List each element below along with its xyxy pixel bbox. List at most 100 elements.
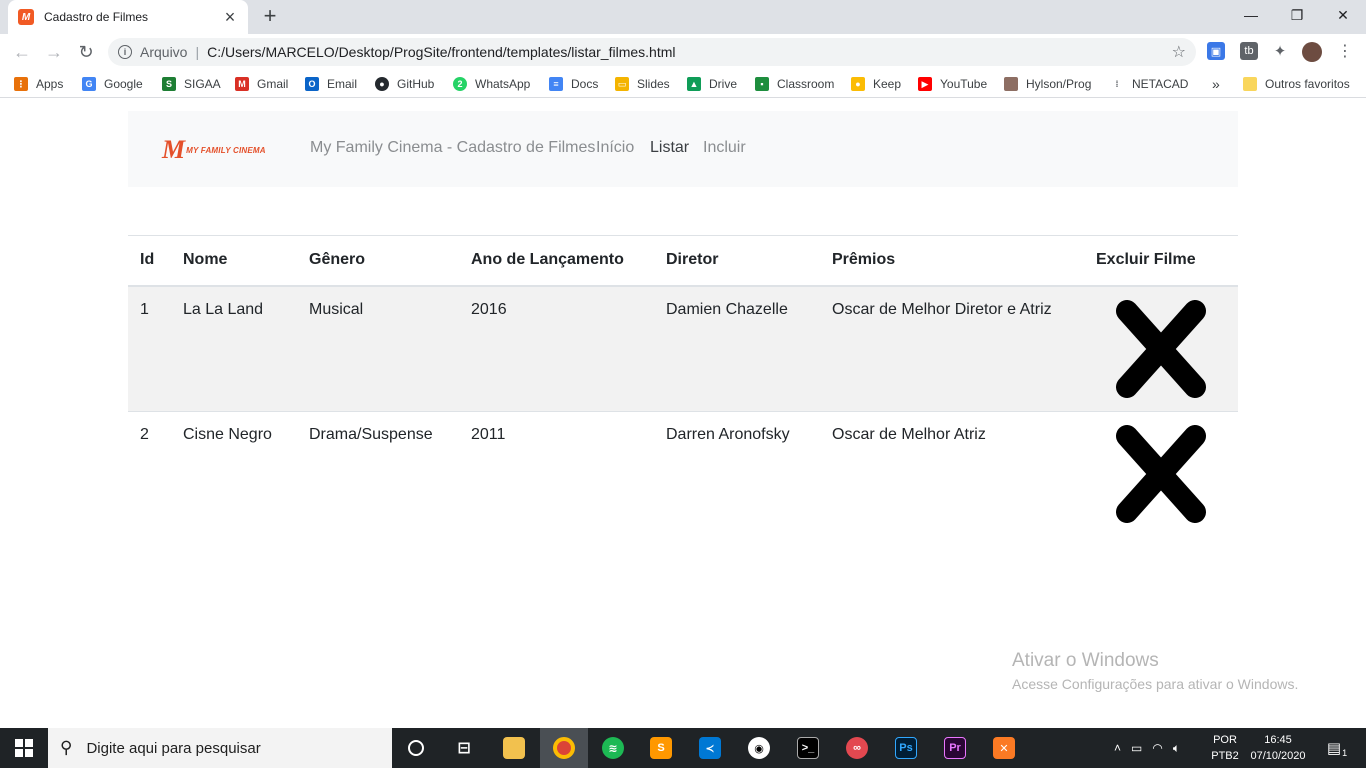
windows-taskbar: ⚲ Digite aqui para pesquisar ⊟ ≋ S ≺ ◉ >… [0, 728, 1366, 768]
bookmark-netacad[interactable]: ⁞ NETACAD [1110, 76, 1188, 92]
bookmark-hylson-prog[interactable]: Hylson/Prog [1004, 76, 1091, 92]
delete-x-icon[interactable] [1113, 422, 1209, 526]
bookmark-whatsapp[interactable]: 2 WhatsApp [453, 76, 530, 92]
cortana-button[interactable] [392, 728, 440, 768]
cell-director: Damien Chazelle [654, 285, 820, 412]
outlook-icon: O [305, 77, 319, 91]
watermark-subtitle: Acesse Configurações para ativar o Windo… [1012, 676, 1299, 692]
notifications-button[interactable]: ▤ 1 [1322, 728, 1352, 768]
other-bookmarks-folder[interactable]: Outros favoritos [1243, 76, 1350, 92]
url-text[interactable]: C:/Users/MARCELO/Desktop/ProgSite/fronte… [207, 44, 1172, 60]
task-view-icon: ⊟ [457, 740, 471, 757]
bookmark-drive[interactable]: ▲ Drive [687, 76, 737, 92]
header-awards: Prêmios [820, 235, 1084, 287]
taskbar-spotify[interactable]: ≋ [589, 728, 637, 768]
maximize-button[interactable]: ❐ [1274, 0, 1320, 30]
battery-icon[interactable]: ▭ [1131, 741, 1142, 755]
header-delete: Excluir Filme [1084, 235, 1238, 287]
taskbar-terminal[interactable]: >_ [784, 728, 832, 768]
tab-strip: M Cadastro de Filmes × + — ❐ ✕ [0, 0, 1366, 34]
forward-arrow-icon[interactable]: → [42, 40, 66, 64]
bookmark-youtube[interactable]: ▶ YouTube [918, 76, 987, 92]
close-window-button[interactable]: ✕ [1320, 0, 1366, 30]
language-indicator[interactable]: POR PTB2 [1208, 732, 1242, 764]
chevron-up-icon[interactable]: ˄ [1114, 741, 1121, 755]
nav-home-link[interactable]: Início [596, 139, 634, 157]
slides-icon: ▭ [615, 77, 629, 91]
cell-name: La La Land [171, 285, 297, 412]
extension-tb-icon[interactable]: tb [1240, 42, 1258, 60]
taskbar-premiere[interactable]: Pr [931, 728, 979, 768]
nav-list-link[interactable]: Listar [650, 139, 689, 157]
bookmark-star-icon[interactable]: ☆ [1172, 42, 1186, 62]
browser-toolbar: ← → ↻ i Arquivo | C:/Users/MARCELO/Deskt… [0, 34, 1366, 70]
taskbar-vscode[interactable]: ≺ [686, 728, 734, 768]
taskbar-xampp[interactable]: ✕ [980, 728, 1028, 768]
sigaa-icon: S [162, 77, 176, 91]
taskbar-search[interactable]: ⚲ Digite aqui para pesquisar [48, 728, 392, 768]
taskbar-creative-cloud[interactable]: ∞ [833, 728, 881, 768]
keep-icon: ● [851, 77, 865, 91]
brand-logo[interactable]: M MY FAMILY CINEMA [162, 135, 266, 164]
tab-title: Cadastro de Filmes [44, 10, 149, 24]
apps-grid-icon: ⋮ [14, 77, 28, 91]
site-title[interactable]: My Family Cinema - Cadastro de Filmes [310, 139, 595, 157]
creative-cloud-icon: ∞ [846, 737, 868, 759]
game-icon: ◉ [748, 737, 770, 759]
clock[interactable]: 16:45 07/10/2020 [1244, 732, 1312, 764]
clock-date: 07/10/2020 [1250, 750, 1306, 762]
search-icon: ⚲ [60, 738, 73, 757]
address-bar[interactable]: i Arquivo | C:/Users/MARCELO/Desktop/Pro… [108, 38, 1196, 66]
clock-time: 16:45 [1264, 734, 1292, 746]
wifi-icon[interactable]: ◠ [1152, 741, 1162, 755]
youtube-icon: ▶ [918, 77, 932, 91]
bookmark-apps[interactable]: ⋮ Apps [14, 76, 63, 92]
cell-id: 1 [128, 285, 171, 412]
minimize-button[interactable]: — [1228, 0, 1274, 30]
bookmark-github[interactable]: ● GitHub [375, 76, 434, 92]
url-scheme: Arquivo [140, 44, 188, 60]
bookmarks-overflow-button[interactable]: » [1212, 76, 1220, 92]
menu-dots-icon[interactable]: ⋮ [1336, 42, 1354, 60]
system-tray[interactable]: ˄ ▭ ◠ 🔈︎ [1114, 728, 1180, 768]
cell-awards: Oscar de Melhor Diretor e Atriz [820, 285, 1084, 412]
drive-icon: ▲ [687, 77, 701, 91]
xampp-icon: ✕ [993, 737, 1015, 759]
taskbar-sublime[interactable]: S [637, 728, 685, 768]
bookmark-google[interactable]: G Google [82, 76, 143, 92]
header-year: Ano de Lançamento [459, 235, 654, 287]
nav-add-link[interactable]: Incluir [703, 139, 746, 157]
cell-name: Cisne Negro [171, 411, 297, 538]
new-tab-button[interactable]: + [259, 5, 281, 27]
info-icon[interactable]: i [118, 45, 132, 59]
bookmark-classroom[interactable]: ▪ Classroom [755, 76, 834, 92]
delete-x-icon[interactable] [1113, 297, 1209, 401]
reload-icon[interactable]: ↻ [74, 40, 98, 64]
task-view-button[interactable]: ⊟ [440, 728, 488, 768]
vscode-icon: ≺ [699, 737, 721, 759]
back-arrow-icon[interactable]: ← [10, 40, 34, 64]
browser-tab[interactable]: M Cadastro de Filmes × [8, 0, 248, 34]
profile-avatar-icon[interactable] [1302, 42, 1322, 62]
close-tab-icon[interactable]: × [222, 7, 238, 28]
bookmark-sigaa[interactable]: S SIGAA [162, 76, 221, 92]
bookmark-slides[interactable]: ▭ Slides [615, 76, 670, 92]
extensions-puzzle-icon[interactable]: ✦ [1271, 42, 1289, 60]
bookmark-gmail[interactable]: M Gmail [235, 76, 288, 92]
tab-favicon-icon: M [18, 9, 34, 25]
header-genre: Gênero [297, 235, 459, 287]
taskbar-explorer[interactable] [490, 728, 538, 768]
taskbar-photoshop[interactable]: Ps [882, 728, 930, 768]
bookmark-docs[interactable]: ≡ Docs [549, 76, 598, 92]
start-button[interactable] [0, 728, 48, 768]
gmail-icon: M [235, 77, 249, 91]
taskbar-game-app[interactable]: ◉ [735, 728, 783, 768]
bookmark-keep[interactable]: ● Keep [851, 76, 901, 92]
volume-icon[interactable]: 🔈︎ [1173, 741, 1180, 756]
windows-logo-icon [15, 739, 33, 757]
extension-cast-icon[interactable]: ▣ [1207, 42, 1225, 60]
table-row: 2 Cisne Negro Drama/Suspense 2011 Darren… [128, 411, 1238, 538]
bookmark-email[interactable]: O Email [305, 76, 357, 92]
table-header-row: Id Nome Gênero Ano de Lançamento Diretor… [128, 235, 1238, 287]
taskbar-chrome[interactable] [540, 728, 588, 768]
